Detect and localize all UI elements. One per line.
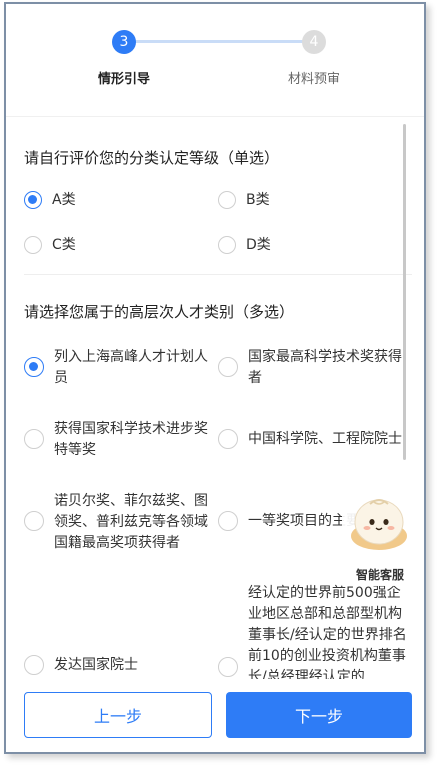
option-d-label: D类 [246, 237, 271, 253]
radio-c[interactable] [24, 236, 42, 254]
option-developed-country-academician[interactable]: 发达国家院士 [24, 655, 214, 676]
stepper: 3 4 情形引导 材料预审 [6, 4, 424, 104]
option-shanghai-peak[interactable]: 列入上海高峰人才计划人员 [24, 347, 214, 389]
checkbox-academician[interactable] [218, 429, 238, 449]
option-a-label: A类 [52, 192, 76, 208]
option-academician-label: 中国科学院、工程院院士 [248, 431, 402, 447]
checkbox-nobel-prize[interactable] [24, 511, 44, 531]
step-4-indicator: 4 [302, 30, 326, 54]
previous-step-button[interactable]: 上一步 [24, 692, 212, 738]
option-a[interactable]: A类 [24, 191, 76, 209]
scrollbar[interactable] [403, 124, 406, 460]
bottom-action-bar: 上一步 下一步 [6, 680, 424, 752]
talent-category-question-title: 请选择您属于的高层次人才类别（多选） [24, 303, 295, 321]
option-c-label: C类 [52, 237, 76, 253]
checkbox-fortune500-executive[interactable] [218, 657, 238, 677]
option-national-science-award-label: 国家最高科学技术奖获得者 [248, 349, 402, 386]
radio-d[interactable] [218, 236, 236, 254]
step-3-indicator: 3 [112, 30, 136, 54]
classification-question-title: 请自行评价您的分类认定等级（单选） [24, 149, 280, 167]
checkbox-science-progress-award[interactable] [24, 429, 44, 449]
option-shanghai-peak-label: 列入上海高峰人才计划人员 [54, 349, 208, 386]
option-nobel-prize[interactable]: 诺贝尔奖、菲尔兹奖、图领奖、普利兹克等各领域国籍最高奖项获得者 [24, 491, 214, 554]
checkbox-shanghai-peak[interactable] [24, 357, 44, 377]
option-academician[interactable]: 中国科学院、工程院院士 [218, 429, 414, 450]
option-science-progress-award[interactable]: 获得国家科学技术进步奖特等奖 [24, 419, 214, 461]
app-window: 3 4 情形引导 材料预审 请自行评价您的分类认定等级（单选） A类 B类 C类… [4, 2, 426, 754]
step-4-label: 材料预审 [288, 72, 341, 87]
option-science-progress-award-label: 获得国家科学技术进步奖特等奖 [54, 421, 208, 458]
step-connector [132, 40, 308, 43]
next-step-button[interactable]: 下一步 [226, 692, 412, 738]
option-fortune500-executive-label: 经认定的世界前500强企业地区总部和总部型机构董事长/经认定的世界排名前10的创… [248, 585, 407, 679]
bun-mascot-icon [351, 499, 407, 550]
radio-a[interactable] [24, 191, 42, 209]
form-scroll-area[interactable]: 请自行评价您的分类认定等级（单选） A类 B类 C类 D类 请选择您属于的高层次… [6, 117, 424, 679]
option-b[interactable]: B类 [218, 191, 270, 209]
option-national-science-award[interactable]: 国家最高科学技术奖获得者 [218, 347, 414, 389]
option-fortune500-executive[interactable]: 经认定的世界前500强企业地区总部和总部型机构董事长/经认定的世界排名前10的创… [218, 583, 414, 679]
option-c[interactable]: C类 [24, 236, 76, 254]
chat-widget-label: 智能客服 [355, 568, 404, 582]
checkbox-national-science-award[interactable] [218, 357, 238, 377]
radio-b[interactable] [218, 191, 236, 209]
option-d[interactable]: D类 [218, 236, 271, 254]
smart-customer-service-widget[interactable]: 智能客服 [342, 488, 418, 586]
checkbox-developed-country-academician[interactable] [24, 655, 44, 675]
checkbox-first-prize-contributor[interactable] [218, 511, 238, 531]
option-nobel-prize-label: 诺贝尔奖、菲尔兹奖、图领奖、普利兹克等各领域国籍最高奖项获得者 [54, 493, 208, 551]
option-b-label: B类 [246, 192, 270, 208]
section-divider [24, 274, 412, 275]
option-developed-country-academician-label: 发达国家院士 [54, 657, 138, 673]
step-3-label: 情形引导 [98, 72, 151, 87]
